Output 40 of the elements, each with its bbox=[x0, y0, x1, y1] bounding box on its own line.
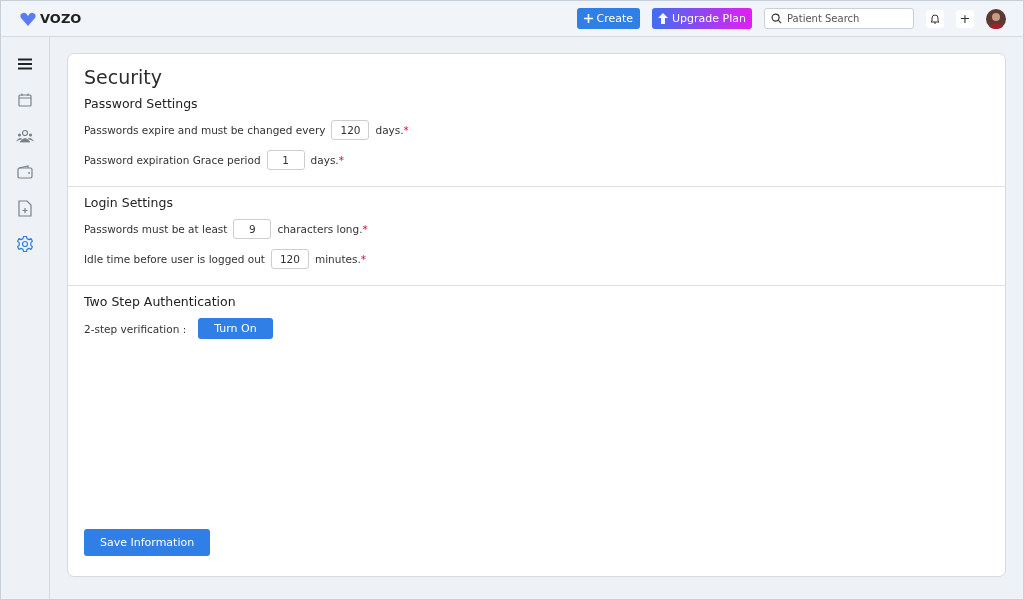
notification-button[interactable] bbox=[926, 9, 944, 28]
create-button[interactable]: Create bbox=[576, 8, 641, 29]
verification-label: 2-step verification : bbox=[84, 322, 187, 335]
setting-label: Passwords must be at least bbox=[84, 223, 228, 235]
required-mark: * bbox=[362, 223, 368, 235]
settings-icon[interactable] bbox=[16, 235, 34, 253]
search-field[interactable]: Patient Search bbox=[764, 8, 914, 29]
required-mark: * bbox=[338, 154, 344, 166]
setting-label: Idle time before user is logged out bbox=[84, 253, 265, 265]
turn-on-button[interactable]: Turn On bbox=[198, 318, 273, 339]
wallet-icon[interactable] bbox=[17, 165, 33, 179]
unit-label: days. bbox=[310, 154, 339, 166]
page-title: Security bbox=[84, 66, 164, 88]
number-field[interactable]: 1 bbox=[266, 150, 305, 170]
menu-icon[interactable] bbox=[17, 58, 33, 70]
heart-logo-icon bbox=[20, 11, 36, 26]
unit-label: days. bbox=[375, 124, 404, 136]
people-icon[interactable] bbox=[16, 129, 34, 143]
number-field[interactable]: 120 bbox=[270, 249, 309, 269]
number-field[interactable]: 120 bbox=[331, 120, 370, 140]
up-arrow-icon bbox=[658, 13, 669, 24]
section-title: Two Step Authentication bbox=[84, 294, 237, 309]
upgrade-plan-button[interactable]: Upgrade Plan bbox=[652, 8, 752, 29]
calendar-icon[interactable] bbox=[17, 92, 33, 108]
add-button[interactable]: + bbox=[956, 9, 974, 28]
logo-text: VOZO bbox=[40, 11, 82, 26]
bell-icon bbox=[930, 13, 940, 24]
required-mark: * bbox=[403, 124, 409, 136]
section-title: Password Settings bbox=[84, 96, 199, 111]
required-mark: * bbox=[360, 253, 367, 265]
unit-label: characters long. bbox=[277, 223, 363, 235]
file-plus-icon[interactable] bbox=[18, 199, 32, 217]
unit-label: minutes. bbox=[314, 253, 361, 265]
avatar-icon[interactable] bbox=[986, 8, 1006, 29]
plus-icon bbox=[583, 14, 593, 23]
setting-label: Password expiration Grace period bbox=[84, 154, 261, 166]
section-title: Login Settings bbox=[84, 195, 174, 210]
setting-label: Passwords expire and must be changed every bbox=[84, 124, 326, 136]
number-field[interactable]: 9 bbox=[233, 219, 272, 239]
save-information-button[interactable]: Save Information bbox=[84, 529, 211, 556]
